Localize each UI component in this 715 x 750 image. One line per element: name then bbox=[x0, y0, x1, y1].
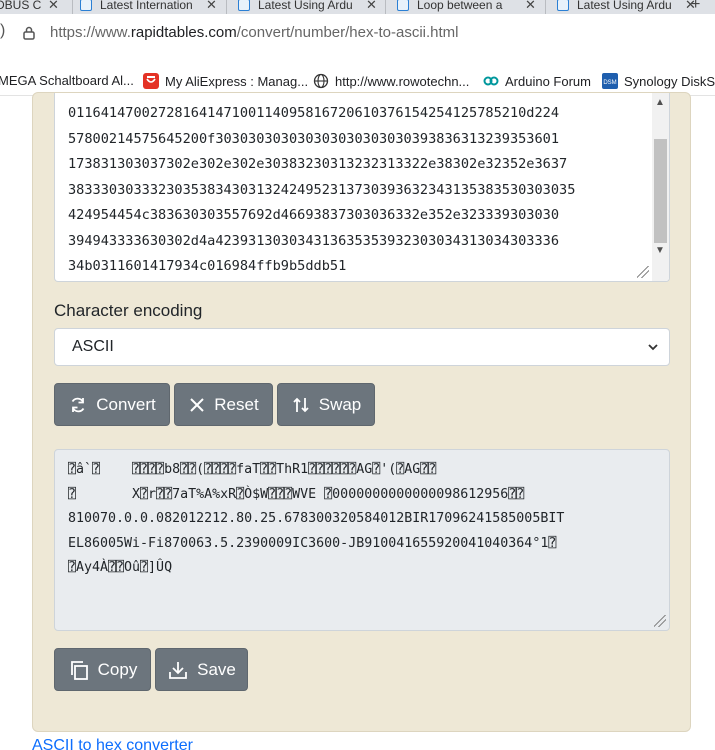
tab-separator bbox=[385, 0, 386, 14]
new-tab-icon[interactable]: + bbox=[691, 0, 700, 14]
tab-separator bbox=[72, 0, 73, 14]
hex-line: 424954454c383630303557692d46693837303036… bbox=[68, 207, 560, 223]
bookmark-item[interactable]: MEGA Schaltboard Al... bbox=[0, 73, 134, 88]
tab-title: Latest Using Ardu bbox=[577, 0, 672, 12]
ascii-output-text: ⍰â`⍰ ⍰⍰⍰⍰b8⍰⍰(⍰⍰⍰⍰faT⍰⍰ThR1⍰⍰⍰⍰⍰⍰AG⍰'(⍰A… bbox=[68, 458, 658, 581]
bookmark-item[interactable]: My AliExpress : Manag... bbox=[143, 73, 308, 89]
synology-icon: DSM bbox=[602, 73, 618, 89]
aliexpress-icon bbox=[143, 73, 159, 89]
browser-tab[interactable]: DBUS C ✕ bbox=[0, 0, 59, 14]
url-prefix: https://www. bbox=[50, 24, 131, 41]
copy-icon bbox=[70, 660, 88, 680]
copy-button[interactable]: Copy bbox=[54, 648, 151, 691]
reset-button[interactable]: Reset bbox=[174, 383, 273, 426]
tab-separator bbox=[545, 0, 546, 14]
hex-line: 34b0311601417934c016984ffb9b5ddb51 bbox=[68, 258, 347, 274]
hex-line: 57800214575645200f3030303030303030303030… bbox=[68, 130, 560, 147]
page-icon bbox=[557, 0, 569, 11]
address-bar: ) https://www.rapidtables.com/convert/nu… bbox=[0, 14, 715, 50]
browser-tab[interactable]: Latest Using Ardu ✕ bbox=[238, 0, 377, 14]
url-host: rapidtables.com bbox=[130, 24, 237, 41]
arduino-icon bbox=[483, 76, 499, 86]
page-content: 0116414700272816414710011409581672061037… bbox=[0, 92, 715, 750]
scrollbar-thumb[interactable] bbox=[654, 139, 667, 243]
tab-title: Loop between a bbox=[417, 0, 503, 12]
hex-input-text: 0116414700272816414710011409581672061037… bbox=[68, 101, 648, 280]
lock-icon[interactable] bbox=[22, 26, 36, 40]
bookmark-label: MEGA Schaltboard Al... bbox=[0, 73, 134, 88]
scroll-down-icon[interactable]: ▼ bbox=[655, 245, 665, 256]
output-line: ⍰ X⍰r⍰⍰7aT%A%xR⍰Ò$W⍰⍰⍰WVE ⍰0000000000000… bbox=[68, 486, 525, 502]
save-button[interactable]: Save bbox=[155, 648, 248, 691]
url-field[interactable]: https://www.rapidtables.com/convert/numb… bbox=[50, 24, 459, 41]
reset-button-label: Reset bbox=[214, 394, 259, 414]
page-icon bbox=[238, 0, 250, 11]
bookmark-item[interactable]: DSM Synology DiskSt bbox=[602, 73, 715, 89]
tab-title: Latest Internation bbox=[100, 0, 193, 12]
close-icon bbox=[190, 397, 204, 412]
svg-text:DSM: DSM bbox=[603, 80, 616, 86]
encoding-label: Character encoding bbox=[54, 301, 203, 320]
convert-button-label: Convert bbox=[96, 394, 156, 414]
page-icon bbox=[80, 0, 92, 11]
copy-button-label: Copy bbox=[97, 659, 138, 679]
hex-input[interactable]: 0116414700272816414710011409581672061037… bbox=[54, 93, 670, 282]
hex-line: 0116414700272816414710011409581672061037… bbox=[68, 105, 560, 121]
chevron-down-icon bbox=[648, 344, 658, 351]
tab-separator bbox=[226, 0, 227, 14]
output-line: EL86005Wi-Fi870063.5.2390009IC3600-JB910… bbox=[68, 535, 557, 551]
bookmark-label: My AliExpress : Manag... bbox=[165, 73, 309, 89]
output-line: ⍰Ay4À⍰⍰Oû⍰]ÛQ bbox=[68, 560, 173, 575]
close-icon[interactable]: ✕ bbox=[206, 0, 217, 13]
ascii-to-hex-link[interactable]: ASCII to hex converter bbox=[32, 737, 193, 750]
convert-button[interactable]: Convert bbox=[54, 383, 170, 426]
close-icon[interactable]: ✕ bbox=[366, 0, 377, 13]
globe-icon bbox=[313, 73, 329, 89]
url-path: /convert/number/hex-to-ascii.html bbox=[236, 24, 459, 41]
bookmark-label: Synology DiskSt bbox=[624, 73, 715, 89]
converter-card: 0116414700272816414710011409581672061037… bbox=[32, 92, 691, 732]
tab-title: Latest Using Ardu bbox=[258, 0, 353, 12]
bookmark-item[interactable]: Arduino Forum bbox=[483, 73, 591, 89]
swap-icon bbox=[293, 397, 309, 412]
browser-tab[interactable]: Latest Using Ardu ✕ bbox=[557, 0, 696, 14]
swap-button[interactable]: Swap bbox=[277, 383, 375, 426]
close-icon[interactable]: ✕ bbox=[48, 0, 59, 13]
resize-handle[interactable] bbox=[654, 615, 666, 627]
swap-button-label: Swap bbox=[318, 394, 362, 414]
download-icon bbox=[169, 661, 188, 679]
browser-tab[interactable]: Loop between a ✕ bbox=[397, 0, 536, 14]
encoding-select[interactable]: ASCII bbox=[54, 328, 670, 366]
scrollbar[interactable]: ▲ ▼ bbox=[652, 93, 669, 281]
bookmark-label: Arduino Forum bbox=[505, 73, 591, 89]
resize-handle[interactable] bbox=[637, 266, 649, 278]
hex-line: 3833303033323035383430313242495231373039… bbox=[68, 181, 576, 198]
close-icon[interactable]: ✕ bbox=[525, 0, 536, 13]
hex-line: 173831303037302e302e302e3038323031323231… bbox=[68, 156, 568, 172]
bookmark-label: http://www.rowotechn... bbox=[335, 73, 470, 89]
bookmark-item[interactable]: http://www.rowotechn... bbox=[313, 73, 469, 89]
refresh-icon bbox=[71, 397, 85, 412]
tab-strip: DBUS C ✕ Latest Internation ✕ Latest Usi… bbox=[0, 0, 715, 14]
tab-title: DBUS C bbox=[0, 0, 42, 12]
output-line: 810070.0.0.082012212.80.25.6783003205840… bbox=[68, 511, 565, 526]
ascii-output[interactable]: ⍰â`⍰ ⍰⍰⍰⍰b8⍰⍰(⍰⍰⍰⍰faT⍰⍰ThR1⍰⍰⍰⍰⍰⍰AG⍰'(⍰A… bbox=[54, 449, 670, 631]
browser-tab[interactable]: Latest Internation ✕ bbox=[80, 0, 217, 14]
output-line: ⍰â`⍰ ⍰⍰⍰⍰b8⍰⍰(⍰⍰⍰⍰faT⍰⍰ThR1⍰⍰⍰⍰⍰⍰AG⍰'(⍰A… bbox=[68, 462, 437, 477]
save-button-label: Save bbox=[197, 659, 236, 679]
page-icon bbox=[397, 0, 409, 11]
scroll-up-icon[interactable]: ▲ bbox=[655, 97, 665, 108]
info-icon[interactable]: ) bbox=[0, 22, 5, 40]
hex-line: 394943333630302d4a4239313030343136353539… bbox=[68, 232, 560, 249]
encoding-value: ASCII bbox=[72, 338, 114, 355]
